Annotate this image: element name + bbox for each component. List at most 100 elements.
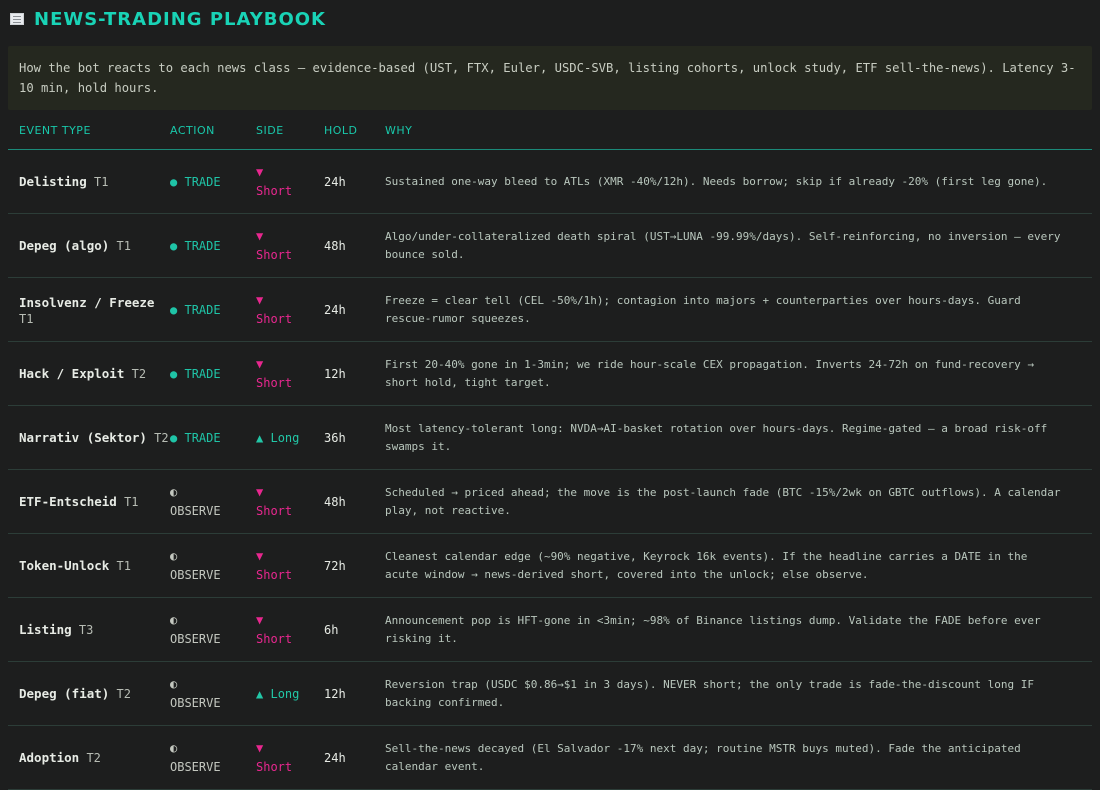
trade-dot-icon: ●	[170, 238, 178, 253]
action-label: OBSERVE	[170, 503, 221, 518]
hold-cell: 12h	[324, 661, 385, 726]
why-cell: Scheduled → priced ahead; the move is th…	[385, 469, 1092, 534]
side-label: Short	[256, 247, 293, 262]
tier-label: T3	[78, 623, 94, 637]
trade-dot-icon: ●	[170, 302, 178, 317]
hold-cell: 72h	[324, 533, 385, 598]
side-label: Long	[270, 430, 300, 445]
hold-cell: 48h	[324, 213, 385, 278]
table-header-row: EVENT TYPE ACTION SIDE HOLD WHY	[8, 112, 1092, 150]
side-label: Short	[256, 631, 293, 646]
side-cell: ▼ Short	[256, 725, 324, 790]
action-cell: ● TRADE	[170, 277, 256, 342]
action-label: OBSERVE	[170, 759, 221, 774]
down-triangle-icon: ▼	[256, 292, 264, 307]
action-cell: ◐ OBSERVE	[170, 597, 256, 662]
event-type-cell: ETF-Entscheid T1	[8, 469, 170, 534]
tier-label: T2	[131, 367, 147, 381]
up-triangle-icon: ▲	[256, 430, 264, 445]
tier-label: T1	[124, 495, 139, 509]
why-cell: Reversion trap (USDC $0.86→$1 in 3 days)…	[385, 661, 1092, 726]
hold-cell: 36h	[324, 405, 385, 470]
side-cell: ▲ Long	[256, 405, 324, 470]
column-header-why: WHY	[385, 112, 1092, 150]
event-type-cell: Narrativ (Sektor) T2	[8, 405, 170, 470]
event-name: Hack / Exploit	[19, 366, 125, 381]
why-cell: Cleanest calendar edge (~90% negative, K…	[385, 533, 1092, 598]
why-cell: Freeze = clear tell (CEL -50%/1h); conta…	[385, 277, 1092, 342]
table-row: Delisting T1 ● TRADE ▼ Short 24h Sustained on…	[8, 149, 1092, 214]
down-triangle-icon: ▼	[256, 612, 264, 627]
event-name: Delisting	[19, 174, 87, 189]
hold-cell: 48h	[324, 469, 385, 534]
side-cell: ▼ Short	[256, 341, 324, 406]
table-row: Narrativ (Sektor) T2 ● TRADE ▲ Long 36h Most…	[8, 405, 1092, 470]
event-name: Adoption	[19, 750, 80, 765]
event-type-cell: Token-Unlock T1	[8, 533, 170, 598]
side-label: Short	[256, 759, 293, 774]
action-cell: ◐ OBSERVE	[170, 469, 256, 534]
down-triangle-icon: ▼	[256, 484, 264, 499]
action-label: TRADE	[184, 302, 221, 317]
up-triangle-icon: ▲	[256, 686, 264, 701]
down-triangle-icon: ▼	[256, 228, 264, 243]
column-header-side: SIDE	[256, 112, 324, 150]
event-name: Insolvenz / Freeze	[19, 295, 155, 310]
side-cell: ▼ Short	[256, 597, 324, 662]
tier-label: T2	[116, 687, 131, 701]
action-cell: ● TRADE	[170, 149, 256, 214]
action-label: TRADE	[184, 430, 221, 445]
trade-dot-icon: ●	[170, 430, 178, 445]
event-name: Narrativ (Sektor)	[19, 430, 147, 445]
action-cell: ● TRADE	[170, 341, 256, 406]
hold-cell: 12h	[324, 341, 385, 406]
action-cell: ◐ OBSERVE	[170, 661, 256, 726]
page-title: NEWS-TRADING PLAYBOOK	[34, 8, 326, 30]
hold-cell: 6h	[324, 597, 385, 662]
why-cell: Algo/under-collateralized death spiral (…	[385, 213, 1092, 278]
action-label: TRADE	[184, 174, 221, 189]
hold-cell: 24h	[324, 725, 385, 790]
hold-cell: 24h	[324, 277, 385, 342]
column-header-hold: HOLD	[324, 112, 385, 150]
intro-text: How the bot reacts to each news class — …	[8, 46, 1092, 110]
action-label: OBSERVE	[170, 631, 221, 646]
newspaper-icon	[10, 13, 24, 25]
action-label: TRADE	[184, 238, 221, 253]
column-header-event-type: EVENT TYPE	[8, 112, 170, 150]
side-label: Short	[256, 567, 293, 582]
event-type-cell: Depeg (fiat) T2	[8, 661, 170, 726]
side-cell: ▼ Short	[256, 469, 324, 534]
why-cell: Most latency-tolerant long: NVDA→AI-bask…	[385, 405, 1092, 470]
trade-dot-icon: ●	[170, 174, 178, 189]
observe-half-circle-icon: ◐	[170, 484, 178, 499]
event-type-cell: Hack / Exploit T2	[8, 341, 170, 406]
column-header-action: ACTION	[170, 112, 256, 150]
side-label: Short	[256, 183, 293, 198]
event-type-cell: Listing T3	[8, 597, 170, 662]
event-name: Depeg (fiat)	[19, 686, 110, 701]
action-label: OBSERVE	[170, 567, 221, 582]
side-label: Short	[256, 503, 293, 518]
action-label: TRADE	[184, 366, 221, 381]
table-row: Depeg (fiat) T2 ◐ OBSERVE ▲ Long 12h Reversio…	[8, 661, 1092, 726]
why-cell: First 20-40% gone in 1-3min; we ride hou…	[385, 341, 1092, 406]
observe-half-circle-icon: ◐	[170, 676, 178, 691]
tier-label: T1	[116, 559, 131, 573]
tier-label: T2	[154, 431, 169, 445]
tier-label: T1	[93, 175, 109, 189]
event-type-cell: Delisting T1	[8, 149, 170, 214]
why-cell: Sustained one-way bleed to ATLs (XMR -40…	[385, 149, 1092, 214]
why-cell: Sell-the-news decayed (El Salvador -17% …	[385, 725, 1092, 790]
side-cell: ▼ Short	[256, 149, 324, 214]
why-cell: Announcement pop is HFT-gone in <3min; ~…	[385, 597, 1092, 662]
event-name: Token-Unlock	[19, 558, 110, 573]
side-cell: ▲ Long	[256, 661, 324, 726]
side-label: Short	[256, 311, 293, 326]
event-name: Listing	[19, 622, 72, 637]
event-name: ETF-Entscheid	[19, 494, 117, 509]
action-label: OBSERVE	[170, 695, 221, 710]
action-cell: ● TRADE	[170, 405, 256, 470]
action-cell: ● TRADE	[170, 213, 256, 278]
table-row: Token-Unlock T1 ◐ OBSERVE ▼ Short 72h Cleanest…	[8, 533, 1092, 598]
